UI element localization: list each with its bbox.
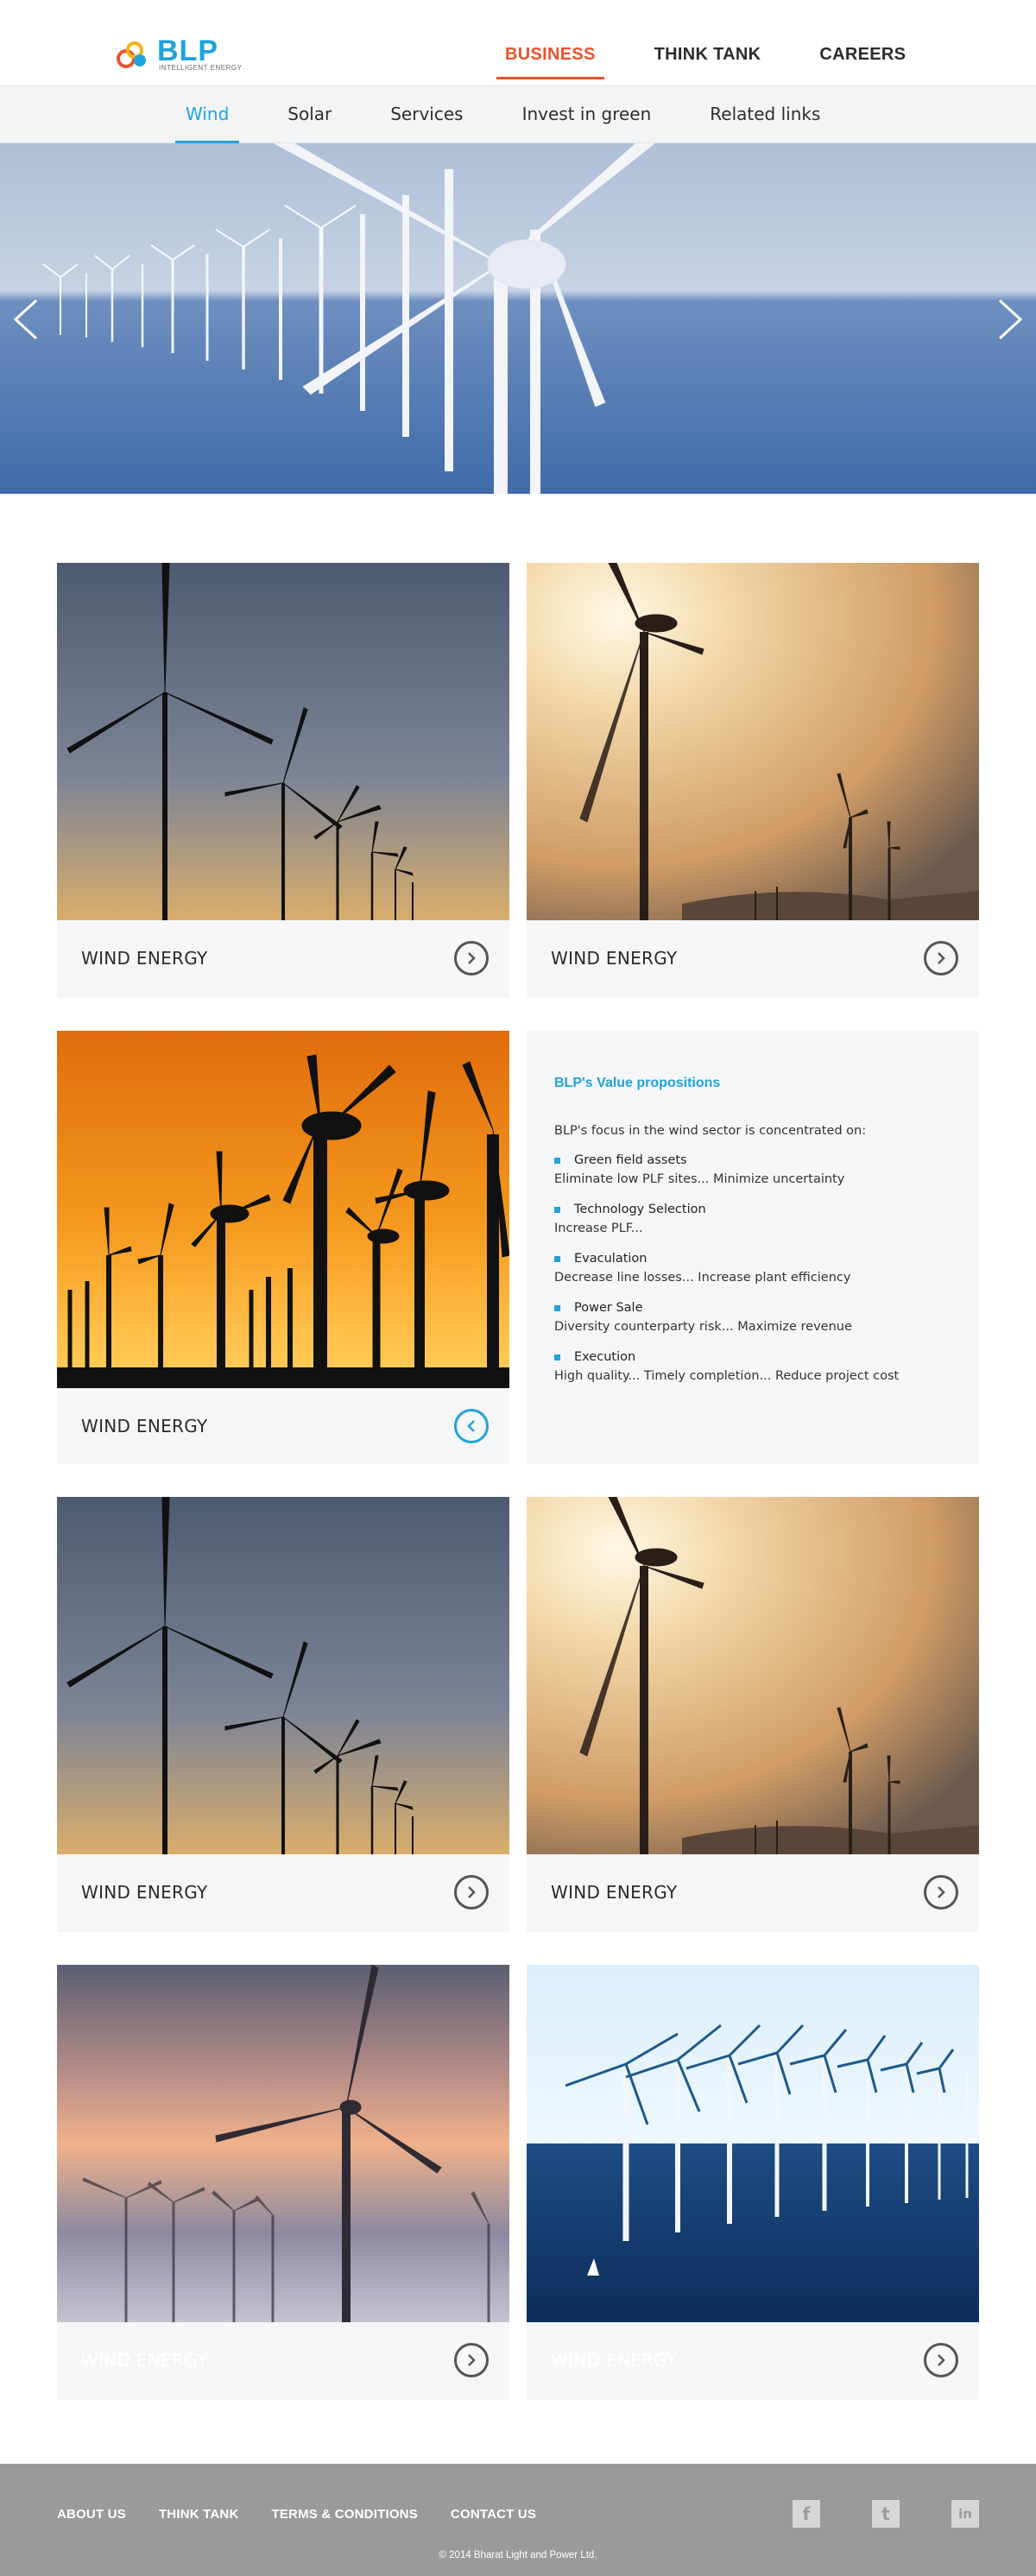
subnav-services[interactable]: Services xyxy=(390,86,463,143)
linkedin-icon[interactable]: in xyxy=(951,2500,979,2528)
facebook-icon[interactable]: f xyxy=(793,2500,820,2528)
list-item-desc: High quality... Timely completion... Red… xyxy=(554,1369,900,1383)
list-item-desc: Increase PLF... xyxy=(554,1222,643,1235)
card-photo xyxy=(57,1497,509,1854)
arrow-left-circle-icon[interactable] xyxy=(454,1409,489,1443)
list-item-title: Execution xyxy=(574,1350,636,1364)
list-item: Power Sale Diversity counterparty risk..… xyxy=(554,1301,960,1350)
footer-link-contact-us[interactable]: CONTACT US xyxy=(451,2507,536,2522)
card-label: WIND ENERGY xyxy=(551,948,678,969)
list-item: Evaculation Decrease line losses... Incr… xyxy=(554,1252,960,1301)
list-item: Green field assets Eliminate low PLF sit… xyxy=(554,1153,960,1203)
logo-tagline: INTELLIGENT ENERGY xyxy=(159,64,243,72)
logo[interactable]: BLP INTELLIGENT ENERGY xyxy=(114,33,242,76)
bullet-icon xyxy=(554,1354,560,1361)
card-label: WIND ENERGY xyxy=(81,1882,208,1903)
site-header: BLP INTELLIGENT ENERGY BUSINESS THINK TA… xyxy=(0,0,1036,86)
list-item-title: Green field assets xyxy=(574,1153,687,1167)
page: BLP INTELLIGENT ENERGY BUSINESS THINK TA… xyxy=(0,0,1036,2576)
twitter-icon[interactable]: t xyxy=(872,2500,900,2528)
list-item-title: Evaculation xyxy=(574,1252,648,1266)
list-item: Execution High quality... Timely complet… xyxy=(554,1350,960,1399)
hero-banner xyxy=(0,143,1036,494)
card-photo xyxy=(527,1965,979,2322)
subnav-solar[interactable]: Solar xyxy=(287,86,332,143)
arrow-right-circle-icon[interactable] xyxy=(454,1875,489,1910)
card-photo xyxy=(57,1965,509,2322)
wind-energy-card-3[interactable]: WIND ENERGY xyxy=(57,1031,509,1464)
value-propositions-intro: BLP's focus in the wind sector is concen… xyxy=(554,1124,867,1138)
arrow-right-circle-icon[interactable] xyxy=(924,2343,958,2377)
wind-energy-card-4[interactable]: WIND ENERGY xyxy=(57,1497,509,1932)
bullet-icon xyxy=(554,1255,560,1262)
arrow-right-circle-icon[interactable] xyxy=(924,941,958,975)
footer-links: ABOUT US THINK TANK TERMS & CONDITIONS C… xyxy=(57,2507,569,2522)
footer-link-about-us[interactable]: ABOUT US xyxy=(57,2507,126,2522)
list-item-desc: Eliminate low PLF sites... Minimize unce… xyxy=(554,1172,845,1186)
footer-link-think-tank[interactable]: THINK TANK xyxy=(159,2507,239,2522)
card-label: WIND ENERGY xyxy=(551,1882,678,1903)
value-propositions-title: BLP's Value propositions xyxy=(554,1076,721,1090)
list-item-desc: Diversity counterparty risk... Maximize … xyxy=(554,1320,852,1334)
card-photo xyxy=(57,1031,509,1388)
social-links: f t in xyxy=(793,2500,1031,2528)
list-item-title: Power Sale xyxy=(574,1301,643,1315)
list-item-title: Technology Selection xyxy=(574,1203,706,1216)
sub-nav: Wind Solar Services Invest in green Rela… xyxy=(0,86,1036,143)
hero-next-icon[interactable] xyxy=(995,297,1026,342)
subnav-wind[interactable]: Wind xyxy=(175,86,240,143)
arrow-right-circle-icon[interactable] xyxy=(454,2343,489,2377)
card-label: WIND ENERGY xyxy=(81,948,208,969)
bullet-icon xyxy=(554,1206,560,1213)
copyright: © 2014 Bharat Light and Power Ltd. xyxy=(439,2550,597,2560)
hero-wind-farm-image xyxy=(0,143,1036,494)
footer-link-terms[interactable]: TERMS & CONDITIONS xyxy=(271,2507,417,2522)
list-item-desc: Decrease line losses... Increase plant e… xyxy=(554,1271,851,1285)
subnav-invest-in-green[interactable]: Invest in green xyxy=(522,86,652,143)
bullet-icon xyxy=(554,1304,560,1311)
wind-energy-card-2[interactable]: WIND ENERGY xyxy=(527,563,979,998)
card-label: WIND ENERGY xyxy=(81,1416,208,1436)
card-photo xyxy=(527,1497,979,1854)
hero-prev-icon[interactable] xyxy=(10,297,41,342)
card-photo xyxy=(527,563,979,920)
site-footer: ABOUT US THINK TANK TERMS & CONDITIONS C… xyxy=(0,2464,1036,2576)
value-propositions-panel: BLP's Value propositions BLP's focus in … xyxy=(527,1031,979,1464)
arrow-right-circle-icon[interactable] xyxy=(454,941,489,975)
bullet-icon xyxy=(554,1157,560,1164)
logo-mark-icon xyxy=(117,41,146,68)
top-nav: BUSINESS THINK TANK CAREERS xyxy=(496,45,964,79)
card-photo xyxy=(57,563,509,920)
topnav-careers[interactable]: CAREERS xyxy=(819,45,906,79)
wind-energy-card-1[interactable]: WIND ENERGY xyxy=(57,563,509,998)
list-item: Technology Selection Increase PLF... xyxy=(554,1203,960,1252)
value-propositions-list: Green field assets Eliminate low PLF sit… xyxy=(554,1153,960,1399)
card-label: WIND ENERGY xyxy=(81,2350,208,2371)
subnav-related-links[interactable]: Related links xyxy=(710,86,820,143)
wind-energy-card-6[interactable]: WIND ENERGY xyxy=(57,1965,509,2400)
topnav-think-tank[interactable]: THINK TANK xyxy=(654,45,761,79)
arrow-right-circle-icon[interactable] xyxy=(924,1875,958,1910)
wind-energy-card-5[interactable]: WIND ENERGY xyxy=(527,1497,979,1932)
card-label: WIND ENERGY xyxy=(551,2350,678,2371)
topnav-business[interactable]: BUSINESS xyxy=(496,45,604,79)
wind-energy-card-7[interactable]: WIND ENERGY xyxy=(527,1965,979,2400)
